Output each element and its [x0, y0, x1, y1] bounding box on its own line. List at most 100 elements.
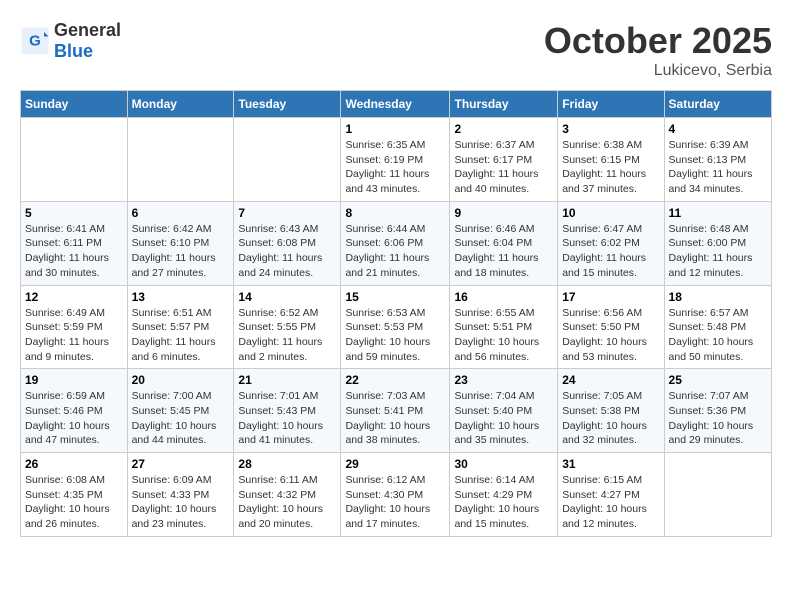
page-header: G General Blue October 2025 Lukicevo, Se… — [20, 20, 772, 80]
day-info: Sunrise: 6:51 AMSunset: 5:57 PMDaylight:… — [132, 306, 230, 365]
calendar-cell: 14Sunrise: 6:52 AMSunset: 5:55 PMDayligh… — [234, 285, 341, 369]
day-number: 18 — [669, 290, 767, 304]
calendar-week-1: 1 Sunrise: 6:35 AMSunset: 6:19 PMDaylight… — [21, 118, 772, 202]
weekday-header-thursday: Thursday — [450, 91, 558, 118]
weekday-header-wednesday: Wednesday — [341, 91, 450, 118]
day-info: Sunrise: 6:09 AMSunset: 4:33 PMDaylight:… — [132, 473, 230, 532]
logo-icon: G — [20, 26, 50, 56]
day-number: 20 — [132, 373, 230, 387]
day-number: 3 — [562, 122, 659, 136]
day-number: 13 — [132, 290, 230, 304]
day-number: 16 — [454, 290, 553, 304]
day-number: 10 — [562, 206, 659, 220]
calendar-cell: 10 Sunrise: 6:47 AMSunset: 6:02 PMDayligh… — [558, 201, 664, 285]
day-number: 30 — [454, 457, 553, 471]
logo-general-text: General — [54, 20, 121, 41]
calendar-week-4: 19 Sunrise: 6:59 AMSunset: 5:46 PMDayligh… — [21, 369, 772, 453]
day-number: 27 — [132, 457, 230, 471]
calendar-cell: 7 Sunrise: 6:43 AMSunset: 6:08 PMDaylight… — [234, 201, 341, 285]
calendar-cell: 25 Sunrise: 7:07 AMSunset: 5:36 PMDayligh… — [664, 369, 771, 453]
day-number: 11 — [669, 206, 767, 220]
day-info: Sunrise: 6:11 AMSunset: 4:32 PMDaylight:… — [238, 473, 336, 532]
day-info: Sunrise: 6:47 AMSunset: 6:02 PMDaylight:… — [562, 222, 659, 281]
day-info: Sunrise: 6:35 AMSunset: 6:19 PMDaylight:… — [345, 138, 445, 197]
day-number: 2 — [454, 122, 553, 136]
day-number: 25 — [669, 373, 767, 387]
day-info: Sunrise: 6:55 AMSunset: 5:51 PMDaylight:… — [454, 306, 553, 365]
day-number: 12 — [25, 290, 123, 304]
day-info: Sunrise: 6:08 AMSunset: 4:35 PMDaylight:… — [25, 473, 123, 532]
day-number: 26 — [25, 457, 123, 471]
day-number: 17 — [562, 290, 659, 304]
day-number: 24 — [562, 373, 659, 387]
weekday-header-row: SundayMondayTuesdayWednesdayThursdayFrid… — [21, 91, 772, 118]
weekday-header-monday: Monday — [127, 91, 234, 118]
day-info: Sunrise: 6:52 AMSunset: 5:55 PMDaylight:… — [238, 306, 336, 365]
calendar-cell: 15 Sunrise: 6:53 AMSunset: 5:53 PMDayligh… — [341, 285, 450, 369]
day-info: Sunrise: 7:04 AMSunset: 5:40 PMDaylight:… — [454, 389, 553, 448]
logo-blue-text: Blue — [54, 41, 121, 62]
day-info: Sunrise: 6:43 AMSunset: 6:08 PMDaylight:… — [238, 222, 336, 281]
calendar-week-3: 12Sunrise: 6:49 AMSunset: 5:59 PMDayligh… — [21, 285, 772, 369]
calendar-week-2: 5Sunrise: 6:41 AMSunset: 6:11 PMDaylight… — [21, 201, 772, 285]
day-info: Sunrise: 7:03 AMSunset: 5:41 PMDaylight:… — [345, 389, 445, 448]
logo: G General Blue — [20, 20, 121, 62]
calendar-cell: 18 Sunrise: 6:57 AMSunset: 5:48 PMDayligh… — [664, 285, 771, 369]
day-info: Sunrise: 6:37 AMSunset: 6:17 PMDaylight:… — [454, 138, 553, 197]
day-number: 4 — [669, 122, 767, 136]
logo-text: General Blue — [54, 20, 121, 62]
calendar-cell: 2 Sunrise: 6:37 AMSunset: 6:17 PMDaylight… — [450, 118, 558, 202]
day-number: 5 — [25, 206, 123, 220]
day-info: Sunrise: 6:39 AMSunset: 6:13 PMDaylight:… — [669, 138, 767, 197]
day-info: Sunrise: 6:42 AMSunset: 6:10 PMDaylight:… — [132, 222, 230, 281]
day-info: Sunrise: 7:00 AMSunset: 5:45 PMDaylight:… — [132, 389, 230, 448]
calendar-cell: 31Sunrise: 6:15 AMSunset: 4:27 PMDayligh… — [558, 453, 664, 537]
weekday-header-friday: Friday — [558, 91, 664, 118]
day-number: 19 — [25, 373, 123, 387]
day-info: Sunrise: 7:07 AMSunset: 5:36 PMDaylight:… — [669, 389, 767, 448]
day-info: Sunrise: 6:57 AMSunset: 5:48 PMDaylight:… — [669, 306, 767, 365]
day-number: 15 — [345, 290, 445, 304]
calendar-cell: 30Sunrise: 6:14 AMSunset: 4:29 PMDayligh… — [450, 453, 558, 537]
day-number: 21 — [238, 373, 336, 387]
day-number: 29 — [345, 457, 445, 471]
location: Lukicevo, Serbia — [544, 62, 772, 80]
day-info: Sunrise: 6:48 AMSunset: 6:00 PMDaylight:… — [669, 222, 767, 281]
day-number: 1 — [345, 122, 445, 136]
weekday-header-sunday: Sunday — [21, 91, 128, 118]
calendar-cell: 27 Sunrise: 6:09 AMSunset: 4:33 PMDayligh… — [127, 453, 234, 537]
day-info: Sunrise: 7:01 AMSunset: 5:43 PMDaylight:… — [238, 389, 336, 448]
day-info: Sunrise: 6:38 AMSunset: 6:15 PMDaylight:… — [562, 138, 659, 197]
day-number: 23 — [454, 373, 553, 387]
day-info: Sunrise: 7:05 AMSunset: 5:38 PMDaylight:… — [562, 389, 659, 448]
calendar-cell: 3 Sunrise: 6:38 AMSunset: 6:15 PMDaylight… — [558, 118, 664, 202]
calendar-table: SundayMondayTuesdayWednesdayThursdayFrid… — [20, 90, 772, 537]
month-title: October 2025 — [544, 20, 772, 62]
calendar-week-5: 26 Sunrise: 6:08 AMSunset: 4:35 PMDayligh… — [21, 453, 772, 537]
svg-text:G: G — [29, 33, 41, 50]
calendar-cell: 22Sunrise: 7:03 AMSunset: 5:41 PMDayligh… — [341, 369, 450, 453]
calendar-cell: 11 Sunrise: 6:48 AMSunset: 6:00 PMDayligh… — [664, 201, 771, 285]
calendar-cell: 19 Sunrise: 6:59 AMSunset: 5:46 PMDayligh… — [21, 369, 128, 453]
day-number: 6 — [132, 206, 230, 220]
calendar-cell: 24 Sunrise: 7:05 AMSunset: 5:38 PMDayligh… — [558, 369, 664, 453]
day-info: Sunrise: 6:46 AMSunset: 6:04 PMDaylight:… — [454, 222, 553, 281]
day-number: 31 — [562, 457, 659, 471]
calendar-cell: 28 Sunrise: 6:11 AMSunset: 4:32 PMDayligh… — [234, 453, 341, 537]
day-info: Sunrise: 6:59 AMSunset: 5:46 PMDaylight:… — [25, 389, 123, 448]
calendar-cell: 1 Sunrise: 6:35 AMSunset: 6:19 PMDaylight… — [341, 118, 450, 202]
day-info: Sunrise: 6:53 AMSunset: 5:53 PMDaylight:… — [345, 306, 445, 365]
calendar-cell: 16 Sunrise: 6:55 AMSunset: 5:51 PMDayligh… — [450, 285, 558, 369]
weekday-header-tuesday: Tuesday — [234, 91, 341, 118]
calendar-cell: 29 Sunrise: 6:12 AMSunset: 4:30 PMDayligh… — [341, 453, 450, 537]
calendar-cell: 12Sunrise: 6:49 AMSunset: 5:59 PMDayligh… — [21, 285, 128, 369]
calendar-cell: 5Sunrise: 6:41 AMSunset: 6:11 PMDaylight… — [21, 201, 128, 285]
day-number: 7 — [238, 206, 336, 220]
day-info: Sunrise: 6:12 AMSunset: 4:30 PMDaylight:… — [345, 473, 445, 532]
day-number: 28 — [238, 457, 336, 471]
title-section: October 2025 Lukicevo, Serbia — [544, 20, 772, 80]
calendar-cell — [664, 453, 771, 537]
calendar-cell: 6 Sunrise: 6:42 AMSunset: 6:10 PMDaylight… — [127, 201, 234, 285]
day-info: Sunrise: 6:44 AMSunset: 6:06 PMDaylight:… — [345, 222, 445, 281]
calendar-cell: 4 Sunrise: 6:39 AMSunset: 6:13 PMDaylight… — [664, 118, 771, 202]
